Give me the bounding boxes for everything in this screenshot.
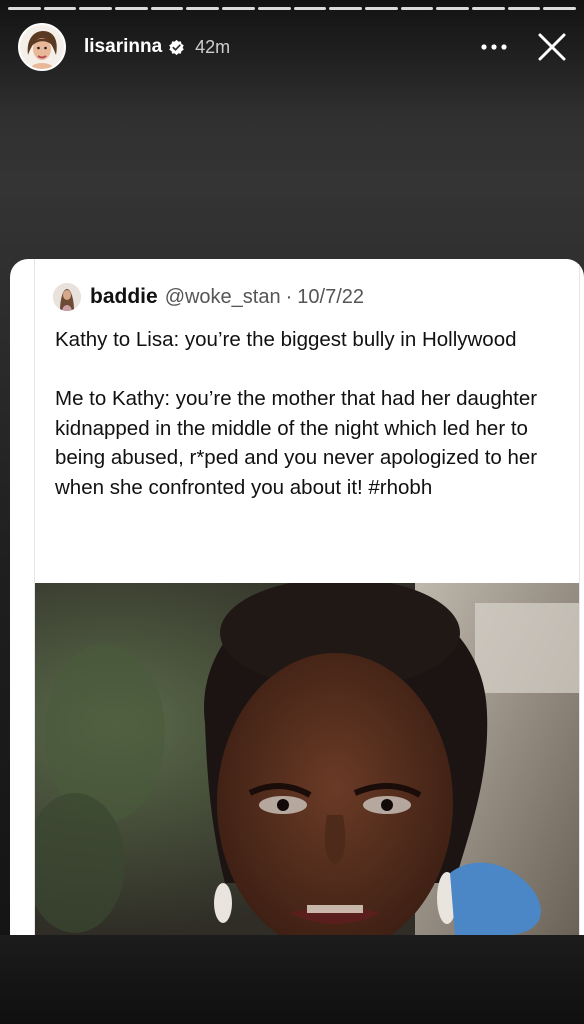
more-horizontal-icon	[481, 44, 507, 50]
tweet-author-avatar	[53, 283, 81, 311]
close-icon	[538, 33, 566, 61]
story-timestamp: 42m	[195, 36, 231, 57]
progress-segment	[471, 7, 505, 10]
story-header: lisarinna 42m	[18, 22, 574, 72]
tweet-paragraph-2: Me to Kathy: you’re the mother that had …	[55, 387, 538, 499]
progress-segment	[293, 7, 327, 10]
tweet-date: 10/7/22	[297, 285, 365, 308]
progress-segment	[8, 7, 41, 10]
tweet-handle: @woke_stan	[164, 285, 281, 308]
progress-segment	[79, 7, 113, 10]
progress-segment	[329, 7, 362, 10]
progress-segment	[507, 7, 541, 10]
tweet-separator: ·	[285, 285, 293, 308]
tweet-media-image	[35, 583, 579, 935]
tweet-header: baddie @woke_stan · 10/7/22	[53, 283, 364, 311]
story-progress-bar	[8, 7, 576, 10]
tweet-body: Kathy to Lisa: you’re the biggest bully …	[55, 325, 565, 502]
progress-segment	[186, 7, 220, 10]
profile-avatar[interactable]	[18, 23, 66, 71]
progress-segment	[222, 7, 255, 10]
progress-segment	[150, 7, 184, 10]
tweet-paragraph-1: Kathy to Lisa: you’re the biggest bully …	[55, 328, 517, 351]
close-button[interactable]	[530, 25, 574, 69]
progress-segment	[436, 7, 469, 10]
progress-segment	[543, 7, 576, 10]
bottom-area	[0, 935, 584, 1024]
more-options-button[interactable]	[474, 27, 514, 67]
progress-segment	[257, 7, 291, 10]
story-viewer: lisarinna 42m baddie @woke_stan · 10/7/2…	[0, 0, 584, 1024]
story-username[interactable]: lisarinna	[84, 36, 162, 58]
tweet-display-name: baddie	[90, 285, 158, 308]
verified-badge-icon	[169, 39, 184, 55]
progress-segment	[364, 7, 398, 10]
progress-segment	[400, 7, 434, 10]
progress-segment	[43, 7, 77, 10]
shared-tweet-card: baddie @woke_stan · 10/7/22 Kathy to Lis…	[10, 259, 584, 935]
progress-segment	[115, 7, 148, 10]
tweet-screenshot: baddie @woke_stan · 10/7/22 Kathy to Lis…	[34, 259, 580, 935]
